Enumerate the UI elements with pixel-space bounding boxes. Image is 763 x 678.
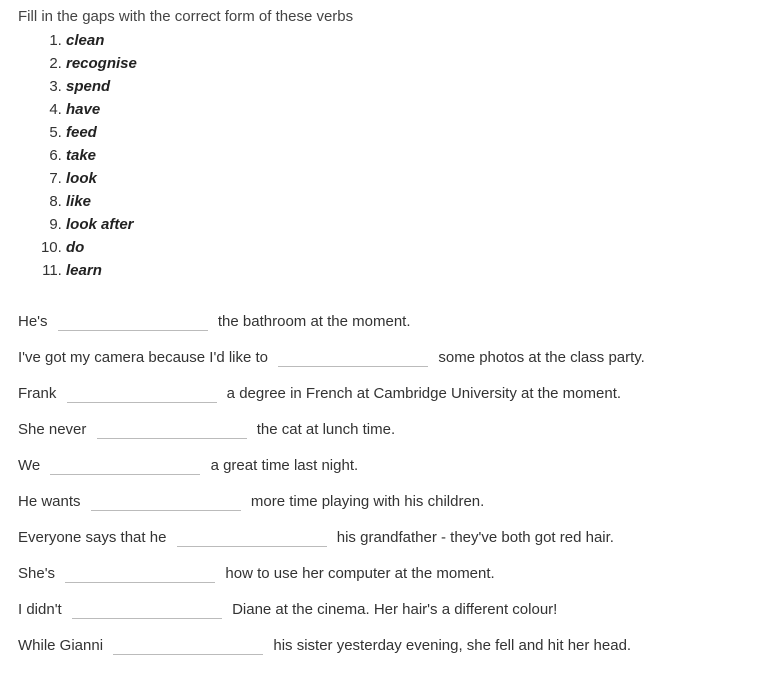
- gap-input-4[interactable]: [97, 421, 247, 439]
- sentence-7: Everyone says that he his grandfather - …: [18, 526, 745, 550]
- verb-item-7: look: [66, 167, 745, 190]
- sentence-2: I've got my camera because I'd like to s…: [18, 346, 745, 370]
- sentence-text: I didn't: [18, 598, 66, 622]
- gap-input-3[interactable]: [67, 385, 217, 403]
- sentence-text: He wants: [18, 490, 85, 514]
- sentence-text: the cat at lunch time.: [253, 418, 396, 442]
- sentence-4: She never the cat at lunch time.: [18, 418, 745, 442]
- sentence-text: Everyone says that he: [18, 526, 171, 550]
- verb-label: feed: [66, 124, 97, 141]
- verb-item-11: learn: [66, 259, 745, 282]
- verb-item-1: clean: [66, 29, 745, 52]
- verb-list: clean recognise spend have feed take loo…: [66, 29, 745, 282]
- sentence-9: I didn't Diane at the cinema. Her hair's…: [18, 598, 745, 622]
- gap-input-1[interactable]: [58, 313, 208, 331]
- verb-label: clean: [66, 32, 104, 49]
- verb-item-5: feed: [66, 121, 745, 144]
- gap-input-9[interactable]: [72, 601, 222, 619]
- verb-item-4: have: [66, 98, 745, 121]
- verb-label: look: [66, 170, 97, 187]
- sentence-text: I've got my camera because I'd like to: [18, 346, 272, 370]
- verb-label: recognise: [66, 55, 137, 72]
- instruction-text: Fill in the gaps with the correct form o…: [18, 8, 745, 25]
- verb-item-2: recognise: [66, 52, 745, 75]
- sentence-3: Frank a degree in French at Cambridge Un…: [18, 382, 745, 406]
- sentence-text: Frank: [18, 382, 61, 406]
- sentence-8: She's how to use her computer at the mom…: [18, 562, 745, 586]
- verb-label: like: [66, 193, 91, 210]
- sentence-text: more time playing with his children.: [247, 490, 485, 514]
- sentence-text: the bathroom at the moment.: [214, 310, 411, 334]
- sentence-10: While Gianni his sister yesterday evenin…: [18, 634, 745, 658]
- gap-input-7[interactable]: [177, 529, 327, 547]
- verb-item-8: like: [66, 190, 745, 213]
- verb-label: do: [66, 239, 84, 256]
- verb-item-9: look after: [66, 213, 745, 236]
- sentence-text: She never: [18, 418, 91, 442]
- verb-label: take: [66, 147, 96, 164]
- sentence-text: some photos at the class party.: [434, 346, 645, 370]
- sentence-text: She's: [18, 562, 59, 586]
- verb-label: learn: [66, 262, 102, 279]
- sentence-text: a great time last night.: [206, 454, 358, 478]
- sentence-text: his sister yesterday evening, she fell a…: [269, 634, 631, 658]
- verb-label: look after: [66, 216, 134, 233]
- gap-input-5[interactable]: [50, 457, 200, 475]
- sentence-text: Diane at the cinema. Her hair's a differ…: [228, 598, 557, 622]
- sentence-text: a degree in French at Cambridge Universi…: [223, 382, 622, 406]
- sentence-text: how to use her computer at the moment.: [221, 562, 494, 586]
- sentence-5: We a great time last night.: [18, 454, 745, 478]
- verb-label: spend: [66, 78, 110, 95]
- gap-input-10[interactable]: [113, 637, 263, 655]
- sentences-container: He's the bathroom at the moment. I've go…: [18, 310, 745, 658]
- sentence-1: He's the bathroom at the moment.: [18, 310, 745, 334]
- verb-item-3: spend: [66, 75, 745, 98]
- gap-input-2[interactable]: [278, 349, 428, 367]
- sentence-text: his grandfather - they've both got red h…: [333, 526, 614, 550]
- sentence-text: We: [18, 454, 44, 478]
- sentence-text: He's: [18, 310, 52, 334]
- gap-input-8[interactable]: [65, 565, 215, 583]
- verb-item-10: do: [66, 236, 745, 259]
- gap-input-6[interactable]: [91, 493, 241, 511]
- verb-item-6: take: [66, 144, 745, 167]
- sentence-6: He wants more time playing with his chil…: [18, 490, 745, 514]
- verb-label: have: [66, 101, 100, 118]
- sentence-text: While Gianni: [18, 634, 107, 658]
